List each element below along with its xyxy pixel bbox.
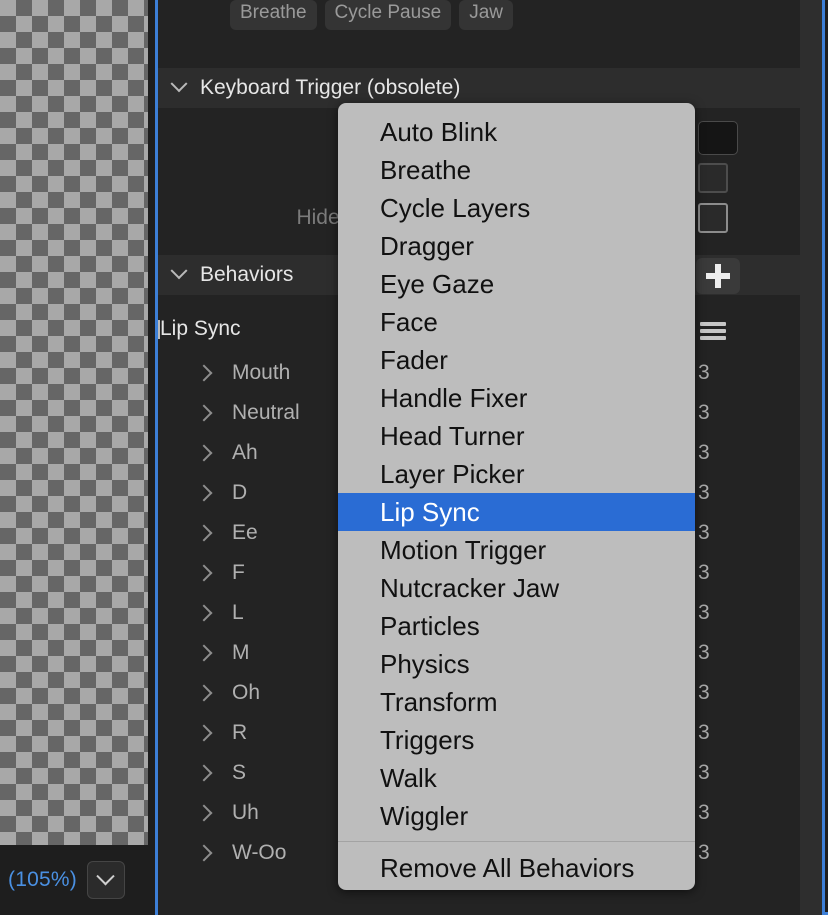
menu-item-face[interactable]: Face xyxy=(338,303,695,341)
phoneme-value: 3 xyxy=(698,601,710,624)
menu-item-lip-sync[interactable]: Lip Sync xyxy=(338,493,695,531)
tag-chip[interactable]: Jaw xyxy=(459,0,514,30)
phoneme-value: 3 xyxy=(698,401,710,424)
phoneme-label: S xyxy=(232,761,247,784)
phoneme-value: 3 xyxy=(698,761,710,784)
menu-item-head-turner[interactable]: Head Turner xyxy=(338,417,695,455)
chevron-down-icon[interactable] xyxy=(158,75,200,94)
key-input-field[interactable] xyxy=(698,121,738,155)
phoneme-value: 3 xyxy=(698,801,710,824)
phoneme-value: 3 xyxy=(698,481,710,504)
tag-chip[interactable]: Cycle Pause xyxy=(324,0,452,30)
transparency-checkerboard xyxy=(0,0,148,845)
chevron-right-icon[interactable] xyxy=(195,604,213,622)
menu-item-motion-trigger[interactable]: Motion Trigger xyxy=(338,531,695,569)
phoneme-value: 3 xyxy=(698,641,710,664)
phoneme-value: 3 xyxy=(698,441,710,464)
menu-item-fader[interactable]: Fader xyxy=(338,341,695,379)
phoneme-label: W-Oo xyxy=(232,841,287,864)
chevron-right-icon[interactable] xyxy=(195,444,213,462)
section-header-keyboard-trigger[interactable]: Keyboard Trigger (obsolete) xyxy=(158,68,800,108)
hide-other-checkbox[interactable] xyxy=(698,203,728,233)
chevron-down-icon xyxy=(96,866,116,885)
menu-item-transform[interactable]: Transform xyxy=(338,683,695,721)
menu-item-nutcracker-jaw[interactable]: Nutcracker Jaw xyxy=(338,569,695,607)
chevron-right-icon[interactable] xyxy=(195,844,213,862)
phoneme-label: L xyxy=(232,601,244,624)
section-title: Keyboard Trigger (obsolete) xyxy=(200,76,461,99)
canvas-area: (105%) xyxy=(0,0,155,915)
phoneme-label: Uh xyxy=(232,801,259,824)
chevron-right-icon[interactable] xyxy=(195,364,213,382)
add-behavior-button[interactable] xyxy=(696,258,740,294)
canvas-zoom-bar: (105%) xyxy=(0,845,155,915)
menu-item-particles[interactable]: Particles xyxy=(338,607,695,645)
menu-item-eye-gaze[interactable]: Eye Gaze xyxy=(338,265,695,303)
zoom-dropdown-button[interactable] xyxy=(86,861,125,899)
menu-item-handle-fixer[interactable]: Handle Fixer xyxy=(338,379,695,417)
behavior-dropdown-menu[interactable]: Auto Blink Breathe Cycle Layers Dragger … xyxy=(338,103,695,890)
chevron-right-icon[interactable] xyxy=(195,724,213,742)
behavior-title: Lip Sync xyxy=(160,317,241,340)
phoneme-label: D xyxy=(232,481,248,504)
hamburger-menu-icon[interactable] xyxy=(700,322,726,340)
menu-item-wiggler[interactable]: Wiggler xyxy=(338,797,695,835)
panel-scrollbar[interactable] xyxy=(800,0,822,915)
phoneme-label: Neutral xyxy=(232,401,300,424)
chevron-right-icon[interactable] xyxy=(195,524,213,542)
menu-item-remove-all-behaviors[interactable]: Remove All Behaviors xyxy=(338,846,695,890)
chevron-right-icon[interactable] xyxy=(195,684,213,702)
chevron-right-icon[interactable] xyxy=(195,644,213,662)
tag-chip-row: Breathe Cycle Pause Jaw xyxy=(158,0,800,30)
phoneme-value: 3 xyxy=(698,521,710,544)
chevron-right-icon[interactable] xyxy=(195,764,213,782)
phoneme-label: F xyxy=(232,561,245,584)
menu-item-walk[interactable]: Walk xyxy=(338,759,695,797)
phoneme-label: M xyxy=(232,641,250,664)
menu-item-auto-blink[interactable]: Auto Blink xyxy=(338,113,695,151)
zoom-level-label: (105%) xyxy=(8,868,77,891)
phoneme-value: 3 xyxy=(698,361,710,384)
tag-chip[interactable]: Breathe xyxy=(230,0,317,30)
phoneme-value: 3 xyxy=(698,681,710,704)
menu-item-triggers[interactable]: Triggers xyxy=(338,721,695,759)
phoneme-label: Mouth xyxy=(232,361,291,384)
phoneme-label: Ee xyxy=(232,521,258,544)
phoneme-value: 3 xyxy=(698,721,710,744)
phoneme-label: R xyxy=(232,721,248,744)
menu-item-dragger[interactable]: Dragger xyxy=(338,227,695,265)
menu-item-breathe[interactable]: Breathe xyxy=(338,151,695,189)
menu-item-layer-picker[interactable]: Layer Picker xyxy=(338,455,695,493)
plus-icon xyxy=(706,264,730,288)
chevron-right-icon[interactable] xyxy=(195,564,213,582)
phoneme-value: 3 xyxy=(698,841,710,864)
phoneme-value: 3 xyxy=(698,561,710,584)
phoneme-label: Ah xyxy=(232,441,258,464)
menu-item-cycle-layers[interactable]: Cycle Layers xyxy=(338,189,695,227)
latch-checkbox[interactable] xyxy=(698,163,728,193)
section-title: Behaviors xyxy=(200,263,294,286)
chevron-right-icon[interactable] xyxy=(195,484,213,502)
chevron-right-icon[interactable] xyxy=(195,404,213,422)
panel-focus-border-right xyxy=(822,0,825,915)
menu-item-physics[interactable]: Physics xyxy=(338,645,695,683)
chevron-down-icon[interactable] xyxy=(158,262,200,281)
chevron-right-icon[interactable] xyxy=(195,804,213,822)
phoneme-label: Oh xyxy=(232,681,261,704)
app-window: (105%) Breathe Cycle Pause Jaw Keyboard xyxy=(0,0,828,915)
menu-separator xyxy=(338,841,695,842)
